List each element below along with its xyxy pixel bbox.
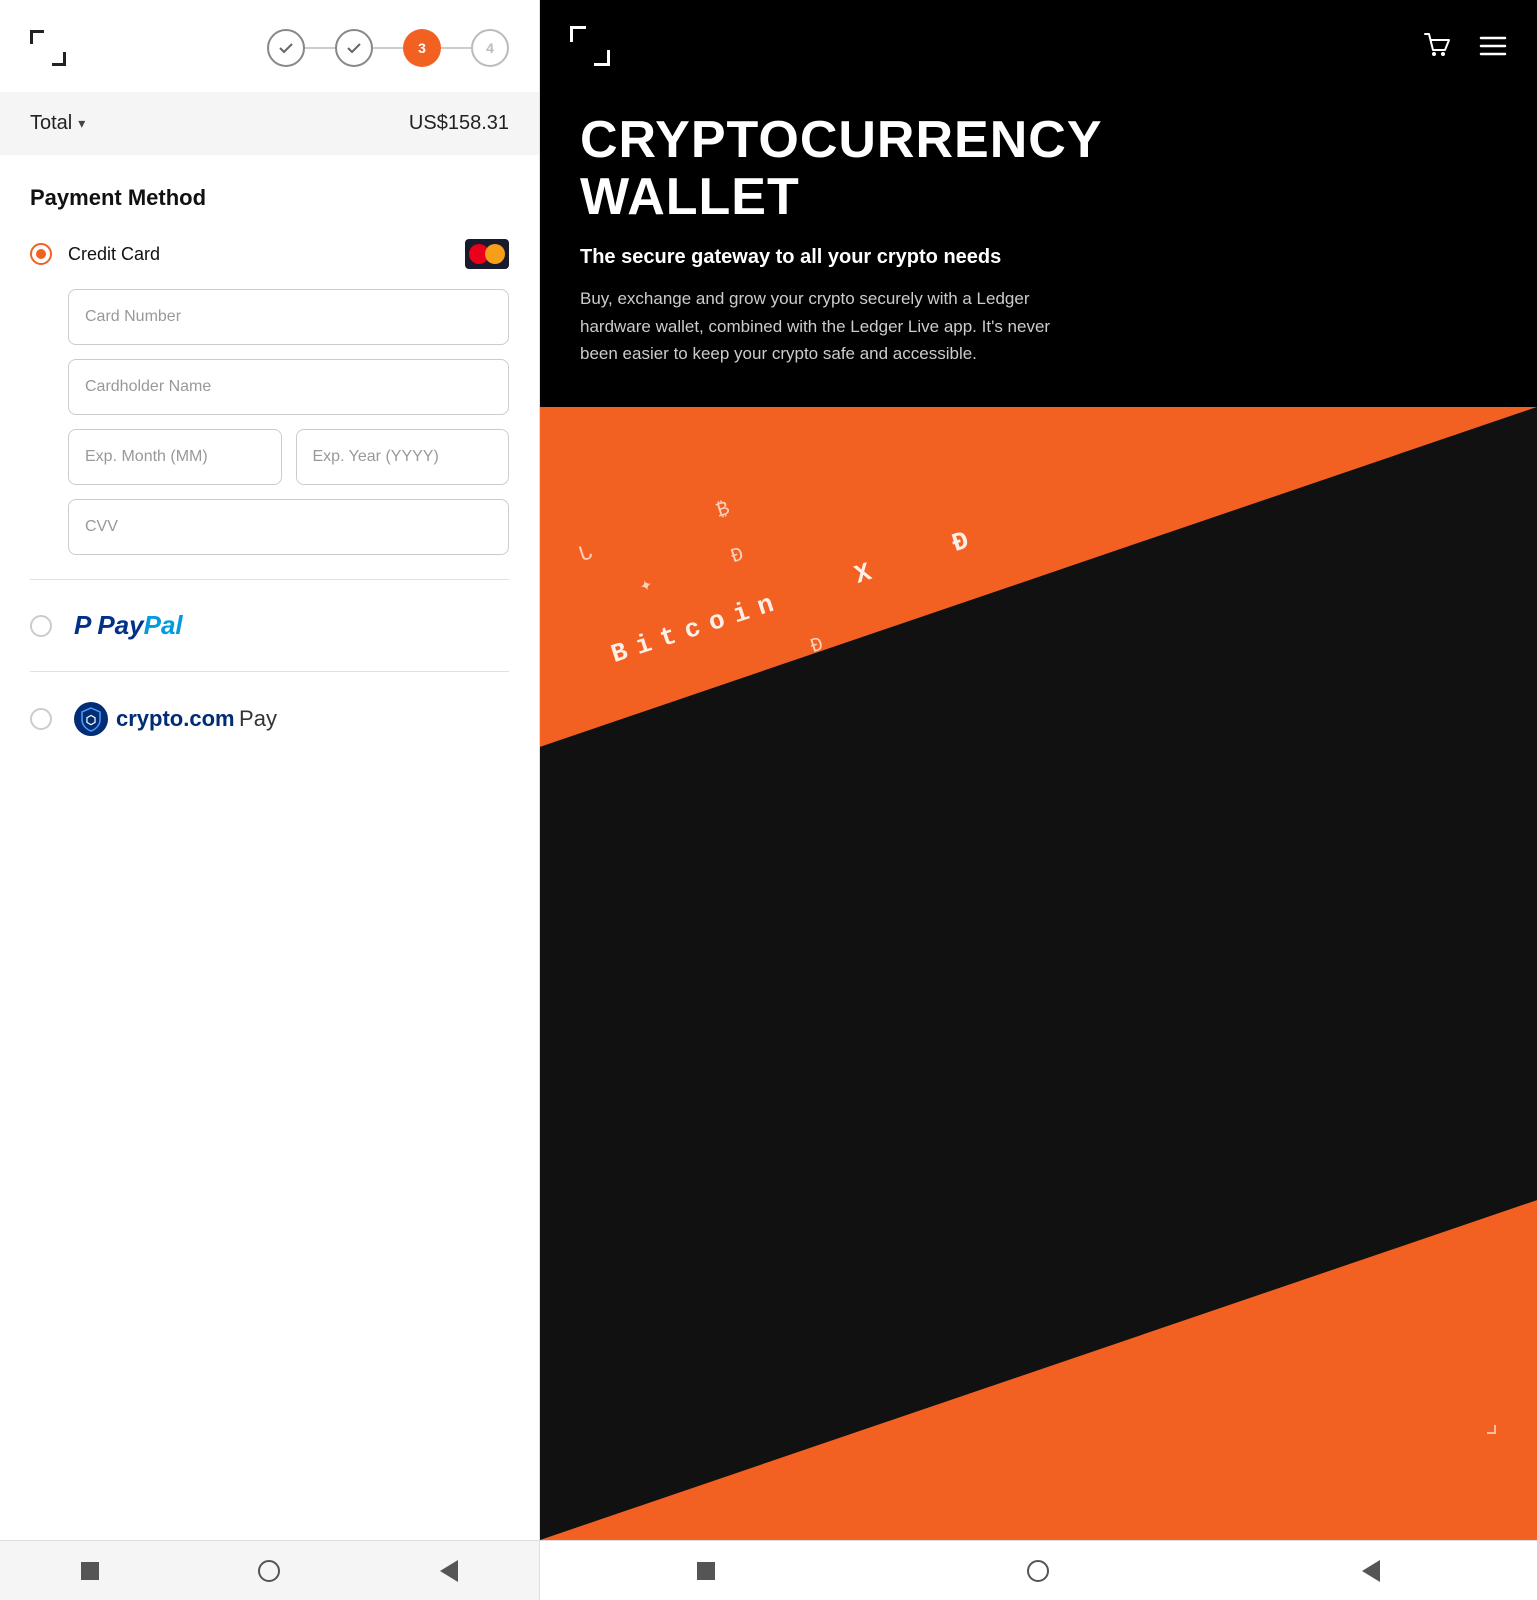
card-form <box>30 289 509 555</box>
nav-home-button[interactable] <box>255 1557 283 1585</box>
paypal-radio[interactable] <box>30 615 52 637</box>
step-3: 3 <box>403 29 441 67</box>
total-chevron: ▾ <box>78 115 85 132</box>
crypto-com-radio[interactable] <box>30 708 52 730</box>
right-panel: CRYPTOCURRENCY WALLET The secure gateway… <box>540 0 1537 1600</box>
nav-stop-button[interactable] <box>76 1557 104 1585</box>
paypal-logo: P PayPal <box>74 610 183 641</box>
step-1 <box>267 29 305 67</box>
stop-icon <box>81 1562 99 1580</box>
nav-back-button[interactable] <box>435 1557 463 1585</box>
paypal-p-icon: P <box>74 610 91 641</box>
total-amount: US$158.31 <box>409 112 509 135</box>
cardholder-name-input[interactable] <box>68 359 509 415</box>
app-logo <box>24 24 72 72</box>
crypto-com-logo: ⬡ crypto.com Pay <box>74 702 277 736</box>
back-icon <box>440 1560 458 1582</box>
right-header <box>540 0 1537 92</box>
paypal-text: PayPal <box>97 610 182 641</box>
total-bar: Total ▾ US$158.31 <box>0 92 539 155</box>
crypto-subtitle: The secure gateway to all your crypto ne… <box>580 246 1497 269</box>
credit-card-radio[interactable] <box>30 243 52 265</box>
expiry-row <box>68 429 509 485</box>
left-header: 3 4 <box>0 0 539 92</box>
crypto-description: Buy, exchange and grow your crypto secur… <box>580 285 1060 367</box>
divider-1 <box>30 579 509 580</box>
credit-card-option[interactable]: Credit Card <box>30 239 509 269</box>
step-line-1 <box>305 47 335 49</box>
home-icon <box>258 1560 280 1582</box>
right-app-logo <box>568 24 612 68</box>
right-back-icon <box>1362 1560 1380 1582</box>
step-2 <box>335 29 373 67</box>
left-bottom-nav <box>0 1540 539 1600</box>
card-number-input[interactable] <box>68 289 509 345</box>
crypto-com-option[interactable]: ⬡ crypto.com Pay <box>30 682 509 756</box>
menu-icon[interactable] <box>1477 30 1509 62</box>
right-content: CRYPTOCURRENCY WALLET The secure gateway… <box>540 92 1537 407</box>
hero-corner-bracket <box>1473 1411 1497 1440</box>
right-nav-stop-button[interactable] <box>692 1557 720 1585</box>
mc-circle-right <box>485 244 505 264</box>
total-label[interactable]: Total ▾ <box>30 112 85 135</box>
credit-card-label: Credit Card <box>68 244 465 265</box>
step-line-2 <box>373 47 403 49</box>
cvv-input[interactable] <box>68 499 509 555</box>
left-content: Payment Method Credit Card P <box>0 155 539 1540</box>
right-bottom-nav <box>540 1540 1537 1600</box>
hero-image: ᒐ ₿ ✦ Ð Bitcoin X Ð Ð <box>540 407 1537 1540</box>
payment-method-title: Payment Method <box>30 185 509 211</box>
step-line-3 <box>441 47 471 49</box>
exp-year-input[interactable] <box>296 429 510 485</box>
right-nav-back-button[interactable] <box>1357 1557 1385 1585</box>
right-stop-icon <box>697 1562 715 1580</box>
step-4: 4 <box>471 29 509 67</box>
svg-text:⬡: ⬡ <box>86 713 96 727</box>
right-nav-home-button[interactable] <box>1024 1557 1052 1585</box>
crypto-wallet-title: CRYPTOCURRENCY WALLET <box>580 112 1497 226</box>
steps-indicator: 3 4 <box>267 29 509 67</box>
right-home-icon <box>1027 1560 1049 1582</box>
crypto-com-icon: ⬡ <box>74 702 108 736</box>
left-panel: 3 4 Total ▾ US$158.31 Payment Method Cre… <box>0 0 540 1600</box>
divider-2 <box>30 671 509 672</box>
paypal-option[interactable]: P PayPal <box>30 590 509 661</box>
cart-icon[interactable] <box>1421 30 1453 62</box>
mastercard-icon <box>465 239 509 269</box>
crypto-com-text: crypto.com Pay <box>116 706 277 732</box>
exp-month-input[interactable] <box>68 429 282 485</box>
right-nav-icons <box>1421 30 1509 62</box>
